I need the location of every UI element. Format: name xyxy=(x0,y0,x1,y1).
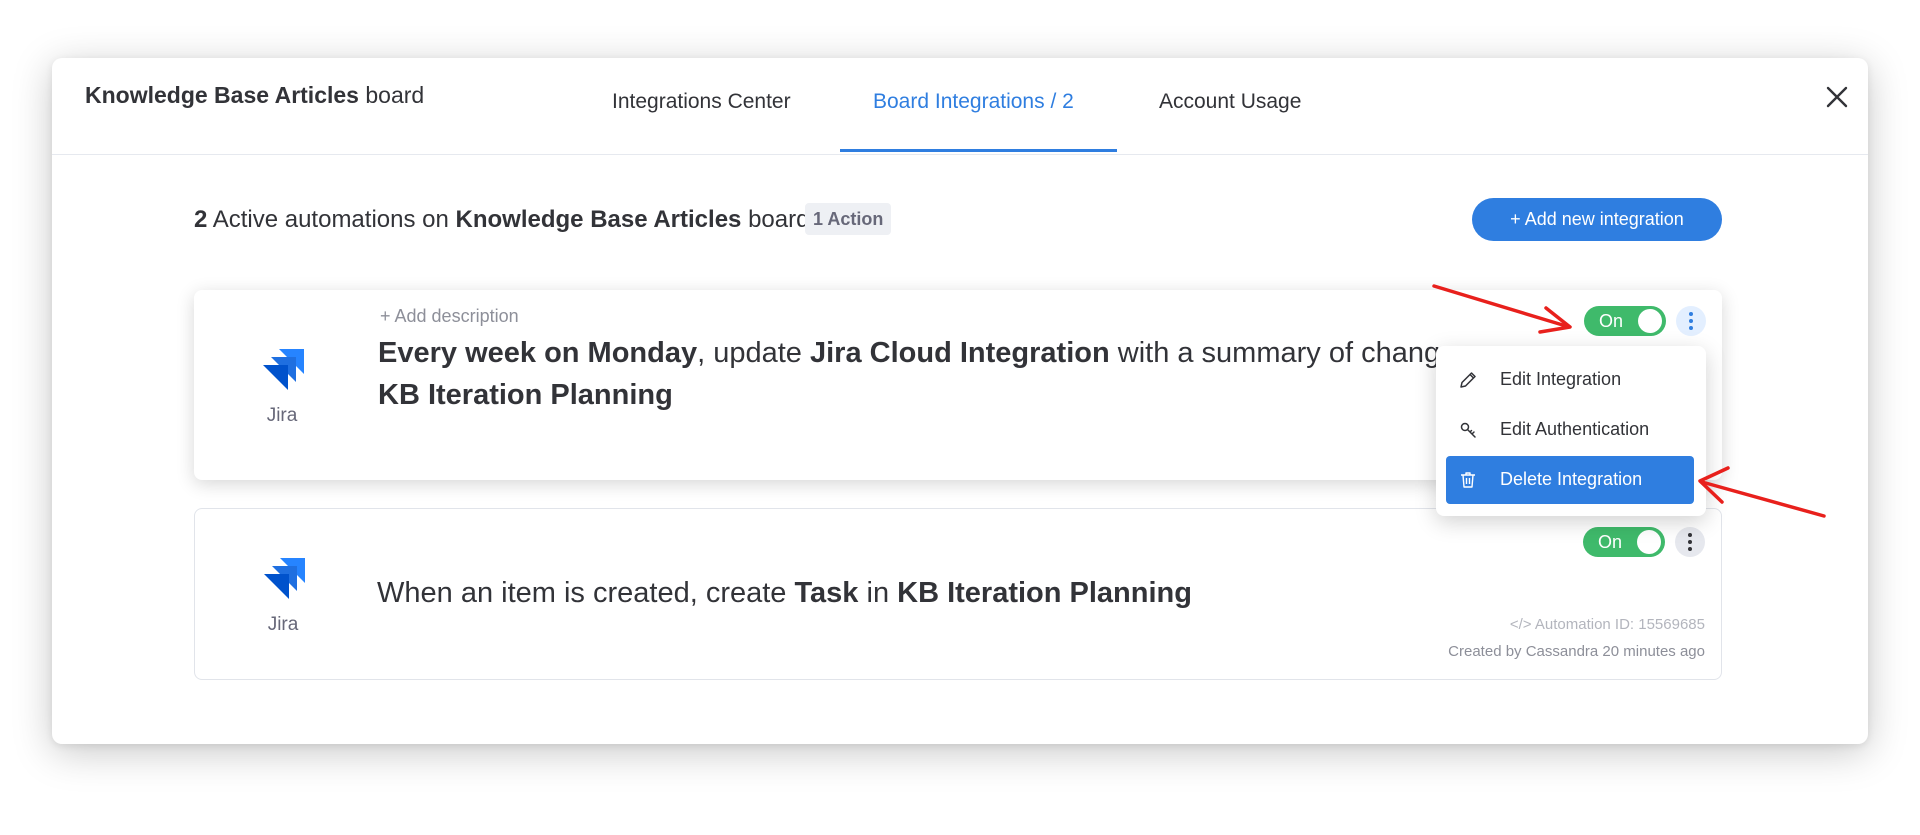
automation-recipe: Every week on Monday, update Jira Cloud … xyxy=(378,332,1471,416)
dot-icon xyxy=(1689,326,1693,330)
close-button[interactable] xyxy=(1822,82,1852,112)
key-icon xyxy=(1460,422,1476,438)
jira-logo-icon xyxy=(264,558,305,599)
close-icon xyxy=(1826,86,1848,108)
tab-integrations-center[interactable]: Integrations Center xyxy=(612,90,791,114)
action-count-badge: 1 Action xyxy=(805,203,892,235)
on-off-toggle[interactable]: On xyxy=(1583,527,1665,557)
trash-icon xyxy=(1461,472,1475,488)
recipe-text: in xyxy=(858,577,898,609)
tab-account-usage[interactable]: Account Usage xyxy=(1159,90,1301,114)
summary-board-suffix: board xyxy=(748,206,810,233)
automation-id: </> Automation ID: 15569685 xyxy=(1509,616,1705,633)
summary-board-name: Knowledge Base Articles xyxy=(455,206,742,233)
recipe-text: , update xyxy=(697,337,810,369)
menu-item-label: Delete Integration xyxy=(1500,469,1643,489)
menu-item-label: Edit Authentication xyxy=(1500,419,1650,439)
dot-icon xyxy=(1688,533,1692,537)
recipe-text: When an item is created, create xyxy=(377,577,795,609)
automations-summary: 2 Active automations on Knowledge Base A… xyxy=(194,206,809,234)
summary-text: Active automations on xyxy=(212,206,449,233)
recipe-project: KB Iteration Planning xyxy=(897,577,1192,609)
created-by: Created by Cassandra 20 minutes ago xyxy=(1448,643,1705,660)
add-new-integration-button[interactable]: + Add new integration xyxy=(1472,198,1722,241)
active-tab-indicator xyxy=(840,149,1117,152)
add-description-link[interactable]: + Add description xyxy=(380,306,519,327)
dot-icon xyxy=(1688,540,1692,544)
recipe-item-type: Task xyxy=(794,577,859,609)
recipe-line-2: KB Iteration Planning xyxy=(378,374,1471,416)
dot-icon xyxy=(1688,547,1692,551)
board-title: Knowledge Base Articles board xyxy=(85,82,424,109)
recipe-target: Jira Cloud Integration xyxy=(810,337,1110,369)
pencil-icon xyxy=(1460,372,1476,388)
dot-icon xyxy=(1689,319,1693,323)
integration-options-menu: Edit Integration Edit Authentication Del… xyxy=(1436,346,1706,516)
toggle-label: On xyxy=(1598,532,1623,552)
recipe-trigger: Every week on Monday xyxy=(378,337,698,369)
on-off-toggle[interactable]: On xyxy=(1584,306,1666,336)
integration-card: Jira When an item is created, create Tas… xyxy=(194,508,1722,680)
recipe-project: KB Iteration Planning xyxy=(378,379,673,411)
recipe-line-1: Every week on Monday, update Jira Cloud … xyxy=(378,332,1471,374)
annotation-arrow-icon xyxy=(1432,284,1572,334)
board-title-suffix: board xyxy=(365,82,425,108)
menu-item-edit-integration[interactable]: Edit Integration xyxy=(1446,356,1694,404)
app-label: Jira xyxy=(267,614,299,635)
board-title-name: Knowledge Base Articles xyxy=(85,82,359,108)
more-options-button[interactable] xyxy=(1675,527,1705,557)
menu-item-label: Edit Integration xyxy=(1500,369,1622,389)
annotation-arrow-icon xyxy=(1698,466,1826,518)
jira-logo-icon xyxy=(263,349,304,390)
tab-board-integrations[interactable]: Board Integrations / 2 xyxy=(873,90,1074,114)
dot-icon xyxy=(1689,312,1693,316)
toggle-label: On xyxy=(1599,311,1624,331)
modal-header: Knowledge Base Articles board Integratio… xyxy=(52,58,1868,155)
toggle-knob xyxy=(1637,530,1661,554)
more-options-button[interactable] xyxy=(1676,306,1706,336)
menu-item-edit-authentication[interactable]: Edit Authentication xyxy=(1446,406,1694,454)
app-label: Jira xyxy=(266,405,298,426)
toggle-knob xyxy=(1638,309,1662,333)
automation-recipe: When an item is created, create Task in … xyxy=(377,572,1192,614)
recipe-text: with a summary of changes xyxy=(1109,337,1471,369)
menu-item-delete-integration[interactable]: Delete Integration xyxy=(1446,456,1694,504)
automation-count: 2 xyxy=(194,206,208,233)
